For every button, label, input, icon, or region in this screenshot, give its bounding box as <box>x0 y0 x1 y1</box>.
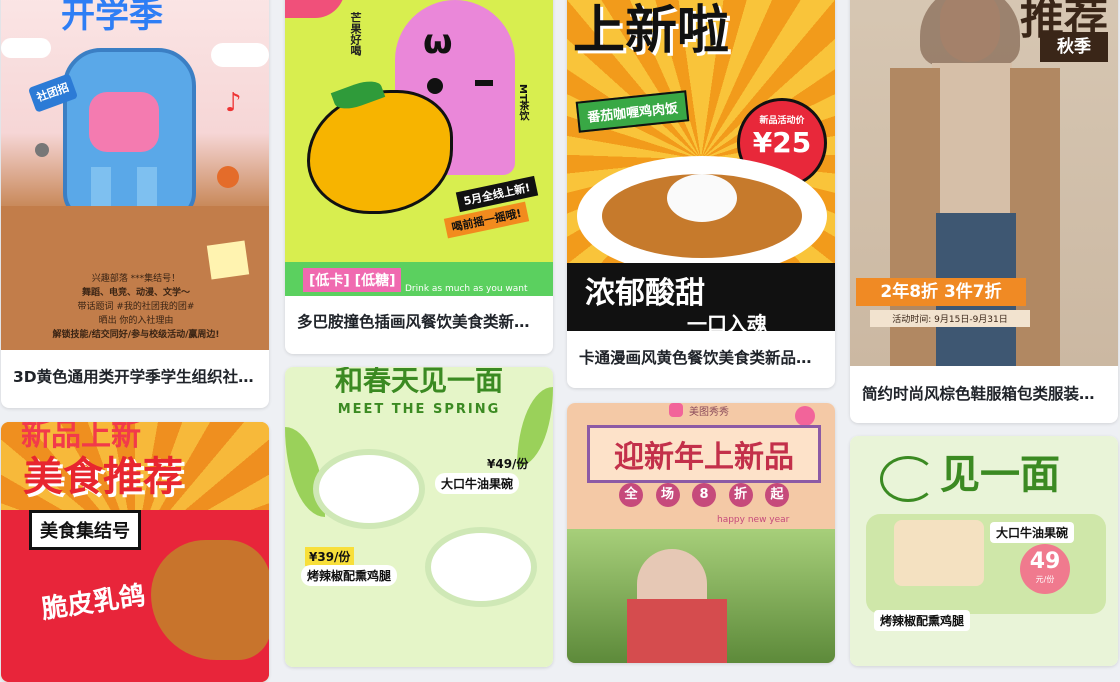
template-thumbnail[interactable]: 芒果好喝 ω MT茶饮 5月全线上新! 喝前摇一摇哦! [低卡] [低糖] Dr… <box>285 0 553 296</box>
discount-char: 起 <box>765 483 789 507</box>
price-badge: 49 元/份 <box>1020 544 1070 594</box>
poster-price: ¥25 <box>752 126 812 159</box>
poster-item-price: ¥39/份 <box>305 547 355 566</box>
poster-price-unit: 元/份 <box>1035 575 1055 584</box>
poster-line: 兴趣部落 ***集结号！ <box>91 274 181 284</box>
chicken-plate-image <box>425 527 537 607</box>
poster-brand: 美图秀秀 <box>689 407 729 418</box>
template-card[interactable]: 开学季 社团招 ♪ 兴趣部落 ***集结号！ 舞蹈、电竞、动漫、文学～ 带话题词… <box>1 0 269 408</box>
mango-illustration <box>307 90 453 214</box>
smile-icon <box>795 406 815 426</box>
template-thumbnail[interactable]: 和春天见一面 MEET THE SPRING ¥49/份 大口牛油果碗 ¥39/… <box>285 367 553 667</box>
template-card[interactable]: 上新啦 番茄咖喱鸡肉饭 新品活动价 ¥25 浓郁酸甜 一口入魂 卡通漫画风黄色餐… <box>567 0 835 388</box>
sandwich-box-image <box>894 520 984 586</box>
poster-headline: 和春天见一面 <box>334 367 503 397</box>
poster-item-name: 烤辣椒配熏鸡腿 <box>301 565 398 586</box>
poster-price-label: 新品活动价 <box>759 116 805 126</box>
poster-line: 晒出 你的入社理由 <box>98 316 174 326</box>
basketball-icon <box>217 166 239 188</box>
cloud-shape <box>211 43 269 67</box>
template-card[interactable]: 芒果好喝 ω MT茶饮 5月全线上新! 喝前摇一摇哦! [低卡] [低糖] Dr… <box>285 0 553 354</box>
poster-slogan: 浓郁酸甜 <box>585 276 705 311</box>
poster-brand: MT茶饮 <box>517 84 528 121</box>
microphone-icon <box>35 143 49 157</box>
poster-sub: 一口入魂 <box>687 312 767 331</box>
poster-side-text: 芒果好喝 <box>349 12 362 56</box>
poster-tag: 美食集结号 <box>29 510 141 550</box>
template-title[interactable]: 多巴胺撞色插画风餐饮美食类新品上市 <box>297 310 541 332</box>
template-title[interactable]: 简约时尚风棕色鞋服箱包类服装品牌推荐 <box>862 382 1106 404</box>
poster-sub: happy new year <box>717 515 790 525</box>
template-title[interactable]: 3D黄色通用类开学季学生组织社团招新招募海报 <box>13 365 257 387</box>
template-card[interactable]: 新品上新 美食推荐 美食集结号 脆皮乳鸽 <box>1 422 269 682</box>
poster-season: 秋季 <box>1040 32 1108 62</box>
poster-low-tag: [低卡] [低糖] <box>303 268 402 292</box>
template-card[interactable]: 推荐 秋季 2年8折 3件7折 活动时间: 9月15日-9月31日 简约时尚风棕… <box>850 0 1118 423</box>
poster-item-name: 大口牛油果碗 <box>990 522 1075 543</box>
meitu-logo-icon <box>669 403 683 417</box>
poster-sub: MEET THE SPRING <box>337 402 501 417</box>
poster-body-text: 兴趣部落 ***集结号！ 舞蹈、电竞、动漫、文学～ 带话题词 #我的社团我的团#… <box>41 272 231 342</box>
template-thumbnail[interactable]: 上新啦 番茄咖喱鸡肉饭 新品活动价 ¥25 浓郁酸甜 一口入魂 <box>567 0 835 331</box>
discount-char: 场 <box>655 483 680 507</box>
poster-line: 舞蹈、电竞、动漫、文学～ <box>81 288 190 298</box>
red-splash <box>285 0 345 18</box>
discount-chars: 全 场 8 折 起 <box>619 483 789 507</box>
poster-item-name: 烤辣椒配熏鸡腿 <box>874 610 971 631</box>
template-thumbnail[interactable]: 新品上新 美食推荐 美食集结号 脆皮乳鸽 <box>1 422 269 682</box>
discount-char: 折 <box>728 483 753 507</box>
backpack-illustration <box>63 48 196 221</box>
template-thumbnail[interactable]: 开学季 社团招 ♪ 兴趣部落 ***集结号！ 舞蹈、电竞、动漫、文学～ 带话题词… <box>1 0 269 350</box>
template-card[interactable]: 美图秀秀 迎新年上新品 全 场 8 折 起 happy new year <box>567 403 835 663</box>
poster-badge: 喝前摇一摇哦! <box>443 201 530 239</box>
poster-time: 活动时间: 9月15日-9月31日 <box>870 310 1030 327</box>
template-title[interactable]: 卡通漫画风黄色餐饮美食类新品上市 <box>579 346 823 368</box>
poster-headline: 上新啦 <box>573 1 730 61</box>
poster-line: 带话题词 #我的社团我的团# <box>77 302 195 312</box>
poster-headline: 迎新年上新品 <box>587 425 821 483</box>
poster-promo: 2年8折 3件7折 <box>856 278 1026 306</box>
template-card[interactable]: 见一面 大口牛油果碗 49 元/份 烤辣椒配熏鸡腿 <box>850 436 1118 666</box>
arrow-doodle <box>880 456 936 502</box>
music-note-icon: ♪ <box>225 88 242 118</box>
poster-price: 49 <box>1029 549 1061 574</box>
poster-item-name: 大口牛油果碗 <box>435 473 520 494</box>
discount-char: 全 <box>619 483 643 507</box>
poster-headline: 美食推荐 <box>23 454 183 500</box>
template-thumbnail[interactable]: 美图秀秀 迎新年上新品 全 场 8 折 起 happy new year <box>567 403 835 663</box>
discount-char: 8 <box>692 483 716 507</box>
poster-item-price: ¥49/份 <box>487 457 529 471</box>
poster-top-text: 开学季 <box>61 0 163 36</box>
template-thumbnail[interactable]: 推荐 秋季 2年8折 3件7折 活动时间: 9月15日-9月31日 <box>850 0 1118 366</box>
cloud-shape <box>1 38 51 58</box>
template-thumbnail[interactable]: 见一面 大口牛油果碗 49 元/份 烤辣椒配熏鸡腿 <box>850 436 1118 666</box>
poster-line: 解锁技能/结交同好/参与校级活动/赢周边! <box>52 330 220 340</box>
template-card[interactable]: 和春天见一面 MEET THE SPRING ¥49/份 大口牛油果碗 ¥39/… <box>285 367 553 667</box>
curry-plate-image <box>577 156 827 276</box>
poster-headline: 见一面 <box>940 452 1060 498</box>
photo-image <box>567 529 835 663</box>
salad-plate-image <box>313 449 425 529</box>
poster-drink-text: Drink as much as you want <box>405 284 528 294</box>
